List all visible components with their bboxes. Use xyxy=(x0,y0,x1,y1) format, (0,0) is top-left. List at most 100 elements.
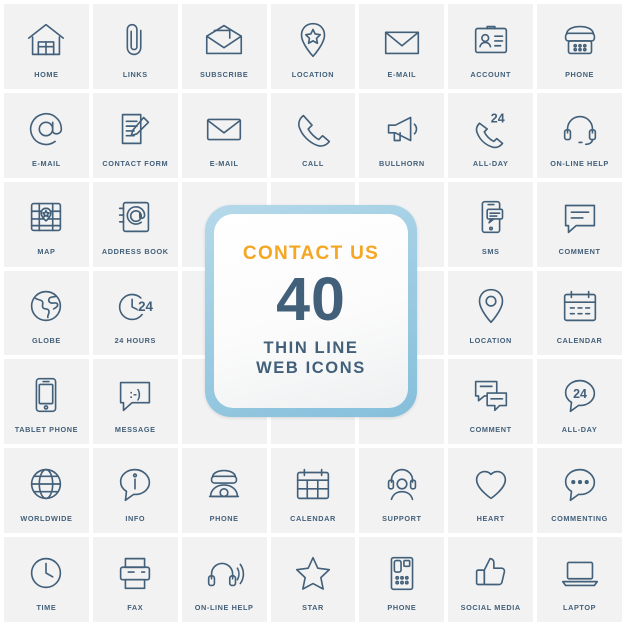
ellipsis-bubble-icon xyxy=(557,461,603,507)
icon-tile-heart[interactable]: HEART xyxy=(448,448,534,534)
retro-telephone-icon xyxy=(557,17,603,63)
icon-tile-email-2[interactable]: E-MAIL xyxy=(4,92,89,178)
icon-tile-phone-1[interactable]: PHONE xyxy=(537,4,622,89)
svg-text:24: 24 xyxy=(138,299,153,314)
icon-label: CALL xyxy=(302,158,324,168)
calendar-grid-icon xyxy=(290,461,336,507)
icon-tile-links[interactable]: LINKS xyxy=(92,4,178,89)
icon-label: ACCOUNT xyxy=(470,69,512,79)
icon-label: COMMENTING xyxy=(551,514,608,524)
icon-label: ON-LINE HELP xyxy=(194,602,254,612)
icon-tile-online-help-2[interactable]: ON-LINE HELP xyxy=(181,537,267,622)
icon-label: CALENDAR xyxy=(556,336,603,346)
panel-count: 40 xyxy=(276,264,346,333)
icon-label: PHONE xyxy=(209,514,239,524)
icon-tile-contact-form[interactable]: CONTACT FORM xyxy=(92,92,178,178)
icon-label: SOCIAL MEDIA xyxy=(460,602,521,612)
icon-label: ON-LINE HELP xyxy=(550,158,609,168)
icon-tile-commenting[interactable]: COMMENTING xyxy=(537,448,622,534)
icon-tile-subscribe[interactable]: SUBSCRIBE xyxy=(181,4,267,89)
icon-tile-star[interactable]: STAR xyxy=(270,537,356,622)
icon-label: FAX xyxy=(127,602,144,612)
map-pin-star-icon xyxy=(290,17,336,63)
home-icon xyxy=(23,17,69,63)
icon-tile-address-book[interactable]: ADDRESS BOOK xyxy=(92,181,178,267)
icon-tile-message[interactable]: :-) MESSAGE xyxy=(92,359,178,445)
icon-tile-map[interactable]: MAP xyxy=(4,181,89,267)
icon-label: CONTACT FORM xyxy=(102,158,169,168)
icon-label: LOCATION xyxy=(469,336,512,346)
icon-label: GLOBE xyxy=(31,336,61,346)
handset-24-icon: 24 xyxy=(468,106,514,152)
icon-tile-email-3[interactable]: E-MAIL xyxy=(181,92,267,178)
icon-tile-time[interactable]: TIME xyxy=(4,537,89,622)
form-pencil-icon xyxy=(112,106,158,152)
calendar-icon xyxy=(557,283,603,329)
icon-tile-24-hours[interactable]: 24 24 HOURS xyxy=(92,270,178,356)
icon-label: CALENDAR xyxy=(290,514,336,524)
panel-subtitle-line2: WEB ICONS xyxy=(256,359,366,378)
icon-label: BULLHORN xyxy=(378,158,425,168)
icon-tile-social-media[interactable]: SOCIAL MEDIA xyxy=(448,537,534,622)
icon-tile-support[interactable]: SUPPORT xyxy=(359,448,445,534)
icon-label: 24 HOURS xyxy=(114,336,156,346)
svg-text:24: 24 xyxy=(490,111,504,125)
icon-tile-phone-3[interactable]: PHONE xyxy=(359,537,445,622)
icon-label: WORLDWIDE xyxy=(20,514,73,524)
icon-label: LAPTOP xyxy=(563,602,597,612)
speech-bubble-lines-icon xyxy=(557,194,603,240)
info-bubble-icon xyxy=(112,461,158,507)
icon-label: E-MAIL xyxy=(387,69,417,79)
icon-tile-all-day-1[interactable]: 24 ALL-DAY xyxy=(448,92,534,178)
icon-label: COMMENT xyxy=(469,425,512,435)
icon-label: HOME xyxy=(34,69,59,79)
icon-tile-calendar-1[interactable]: CALENDAR xyxy=(537,270,622,356)
star-icon xyxy=(290,550,336,596)
icon-label: HEART xyxy=(476,514,505,524)
clock-24-icon: 24 xyxy=(112,283,158,329)
icon-tile-laptop[interactable]: LAPTOP xyxy=(537,537,622,622)
icon-tile-account[interactable]: ACCOUNT xyxy=(448,4,534,89)
icon-tile-worldwide[interactable]: WORLDWIDE xyxy=(4,448,89,534)
map-marker-grid-icon xyxy=(23,194,69,240)
contact-us-panel: CONTACT US 40 THIN LINE WEB ICONS xyxy=(205,205,417,417)
icon-label: STAR xyxy=(302,602,324,612)
icon-label: SUBSCRIBE xyxy=(199,69,249,79)
icon-label: INFO xyxy=(125,514,146,524)
icon-tile-comment-2[interactable]: COMMENT xyxy=(448,359,534,445)
paperclip-icon xyxy=(112,17,158,63)
icon-tile-globe[interactable]: GLOBE xyxy=(4,270,89,356)
icon-tile-location-2[interactable]: LOCATION xyxy=(448,270,534,356)
double-bubble-icon xyxy=(468,372,514,418)
open-envelope-icon xyxy=(201,17,247,63)
svg-text::-): :-) xyxy=(130,389,142,401)
icon-tile-calendar-2[interactable]: CALENDAR xyxy=(270,448,356,534)
icon-label: MESSAGE xyxy=(114,425,156,435)
icon-tile-online-help-1[interactable]: ON-LINE HELP xyxy=(537,92,622,178)
map-pin-icon xyxy=(468,283,514,329)
panel-title: CONTACT US xyxy=(242,242,380,264)
at-sign-icon xyxy=(23,106,69,152)
smiley-bubble-icon: :-) xyxy=(112,372,158,418)
icon-label: TIME xyxy=(36,602,57,612)
handset-icon xyxy=(290,106,336,152)
icon-tile-call[interactable]: CALL xyxy=(270,92,356,178)
icon-tile-tablet-phone[interactable]: TABLET PHONE xyxy=(4,359,89,445)
icon-tile-home[interactable]: HOME xyxy=(4,4,89,89)
globe-icon xyxy=(23,283,69,329)
icon-tile-all-day-2[interactable]: 24 ALL-DAY xyxy=(537,359,622,445)
icon-tile-info[interactable]: INFO xyxy=(92,448,178,534)
icon-tile-email-1[interactable]: E-MAIL xyxy=(359,4,445,89)
icon-label: ALL-DAY xyxy=(472,158,509,168)
icon-label: PHONE xyxy=(387,602,417,612)
icon-label: ALL-DAY xyxy=(561,425,598,435)
icon-tile-fax[interactable]: FAX xyxy=(92,537,178,622)
fax-icon xyxy=(112,550,158,596)
contact-us-panel-inner: CONTACT US 40 THIN LINE WEB ICONS xyxy=(214,214,408,408)
icon-tile-sms[interactable]: SMS xyxy=(448,181,534,267)
icon-tile-comment-1[interactable]: COMMENT xyxy=(537,181,622,267)
icon-tile-location[interactable]: LOCATION xyxy=(270,4,356,89)
icon-tile-bullhorn[interactable]: BULLHORN xyxy=(359,92,445,178)
icon-tile-phone-2[interactable]: PHONE xyxy=(181,448,267,534)
bubble-24-icon: 24 xyxy=(557,372,603,418)
